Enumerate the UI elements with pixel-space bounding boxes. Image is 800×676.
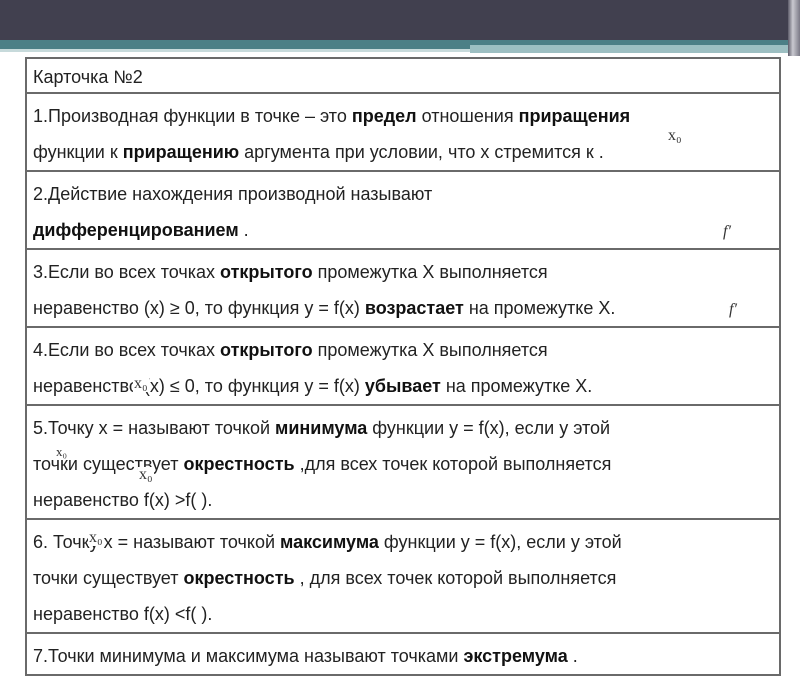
statement-line: 7.Точки минимума и максимума называют то… (33, 638, 773, 674)
key-term: максимума (280, 532, 379, 552)
key-term: дифференцированием (33, 220, 239, 240)
x0-symbol: x₀ (667, 127, 683, 144)
statement-line: 3.Если во всех точках открытого промежут… (33, 254, 773, 290)
statement-text: , для всех точек которой выполняется (294, 568, 617, 588)
key-term: возрастает (364, 298, 464, 318)
statement-line: 2.Действие нахождения производной называ… (33, 176, 773, 212)
statement-text: 7.Точки минимума и максимума называют то… (33, 646, 464, 666)
statement-line: точки существует окрестность , для всех … (33, 560, 773, 596)
statement-text: 1.Производная функции в точке – это (33, 106, 352, 126)
card-statement: 4.Если во всех точках открытого промежут… (25, 326, 781, 406)
key-term: предел (351, 106, 417, 126)
key-term: минимума (275, 418, 368, 438)
key-term: открытого (220, 340, 313, 360)
statement-text: точки существует (33, 568, 184, 588)
header-accent-band-light (470, 45, 790, 53)
statement-line: 1.Производная функции в точке – это пред… (33, 98, 773, 134)
statement-text: промежутка Х выполняется (312, 340, 548, 360)
card-row-5: 5.Точку х = называют точкой минимума фун… (25, 404, 781, 520)
x0-symbol: x₀ (133, 375, 149, 392)
card-row-6: 6. Точку х = называют точкой максимума ф… (25, 518, 781, 634)
statement-line: неравенство f(x) >f( ). (33, 482, 773, 518)
key-term: приращению (122, 142, 240, 162)
statement-text: 4.Если во всех точках (33, 340, 221, 360)
card-row-2: 2.Действие нахождения производной называ… (25, 170, 781, 250)
x0-symbol: x₀ (138, 466, 154, 483)
statement-line: 6. Точку х = называют точкой максимума ф… (33, 524, 773, 560)
card-statement: 7.Точки минимума и максимума называют то… (25, 632, 781, 676)
statement-text: 2.Действие нахождения производной называ… (33, 184, 433, 204)
statement-text: неравенство (х) ≥ 0, то функция у = f(x) (33, 298, 365, 318)
key-term: открытого (220, 262, 313, 282)
f-prime-text: f′ (723, 223, 731, 240)
card-row-3: 3.Если во всех точках открытого промежут… (25, 248, 781, 328)
header-accent-band (0, 40, 470, 49)
card-title-row: Карточка №2 (25, 57, 781, 94)
statement-line: функции к приращению аргумента при услов… (33, 134, 773, 170)
key-term: окрестность (183, 568, 295, 588)
statement-text: функции к (33, 142, 123, 162)
statement-line: дифференцированием . (33, 212, 773, 248)
header-edge-decoration (788, 0, 800, 56)
statement-text: ,для всех точек которой выполняется (294, 454, 612, 474)
card-statement: 5.Точку х = называют точкой минимума фун… (25, 404, 781, 520)
statement-line: неравенство (х) ≥ 0, то функция у = f(x)… (33, 290, 773, 326)
statement-text: функции у = f(x), если у этой (367, 418, 611, 438)
card-row-7: 7.Точки минимума и максимума называют то… (25, 632, 781, 676)
statement-text: на промежутке Х. (440, 376, 593, 396)
key-term: экстремума (463, 646, 568, 666)
statement-text: отношения (416, 106, 519, 126)
card-statement: 2.Действие нахождения производной называ… (25, 170, 781, 250)
header-accent-band-light (0, 49, 470, 52)
x0-symbol: x₀ (55, 444, 69, 460)
f-prime-symbol: f′ (728, 302, 738, 318)
statement-text: аргумента при условии, что х стремится к… (239, 142, 604, 162)
key-term: убывает (364, 376, 441, 396)
slide-header-banner (0, 0, 800, 40)
statement-line: 5.Точку х = называют точкой минимума фун… (33, 410, 773, 446)
key-term: приращения (518, 106, 631, 126)
card-title-text: Карточка №2 (33, 67, 143, 87)
card-row-4: 4.Если во всех точках открытого промежут… (25, 326, 781, 406)
statement-text: неравенство f(x) >f( ). (33, 490, 213, 510)
statement-text: 3.Если во всех точках (33, 262, 221, 282)
card-statement: 3.Если во всех точках открытого промежут… (25, 248, 781, 328)
f-prime-text: f′ (729, 301, 737, 318)
statement-text: функции у = f(x), если у этой (378, 532, 622, 552)
statement-text: неравенство f(x) <f( ). (33, 604, 213, 624)
statement-text: 5.Точку х = называют точкой (33, 418, 276, 438)
statement-text: . (567, 646, 578, 666)
card-title: Карточка №2 (25, 57, 781, 94)
statement-text: на промежутке Х. (463, 298, 616, 318)
statement-line: 4.Если во всех точках открытого промежут… (33, 332, 773, 368)
card-statement: 6. Точку х = называют точкой максимума ф… (25, 518, 781, 634)
x0-symbol: x₀ (88, 529, 104, 546)
card-table: Карточка №2 1.Производная функции в точк… (25, 57, 781, 676)
statement-text: . (238, 220, 249, 240)
statement-text: промежутка Х выполняется (312, 262, 548, 282)
statement-text: 6. Точку х = называют точкой (33, 532, 281, 552)
key-term: окрестность (183, 454, 295, 474)
f-prime-symbol: f′ (722, 224, 732, 240)
statement-line: неравенство f(x) <f( ). (33, 596, 773, 632)
statement-text: неравенство (х) ≤ 0, то функция у = f(x) (33, 376, 365, 396)
